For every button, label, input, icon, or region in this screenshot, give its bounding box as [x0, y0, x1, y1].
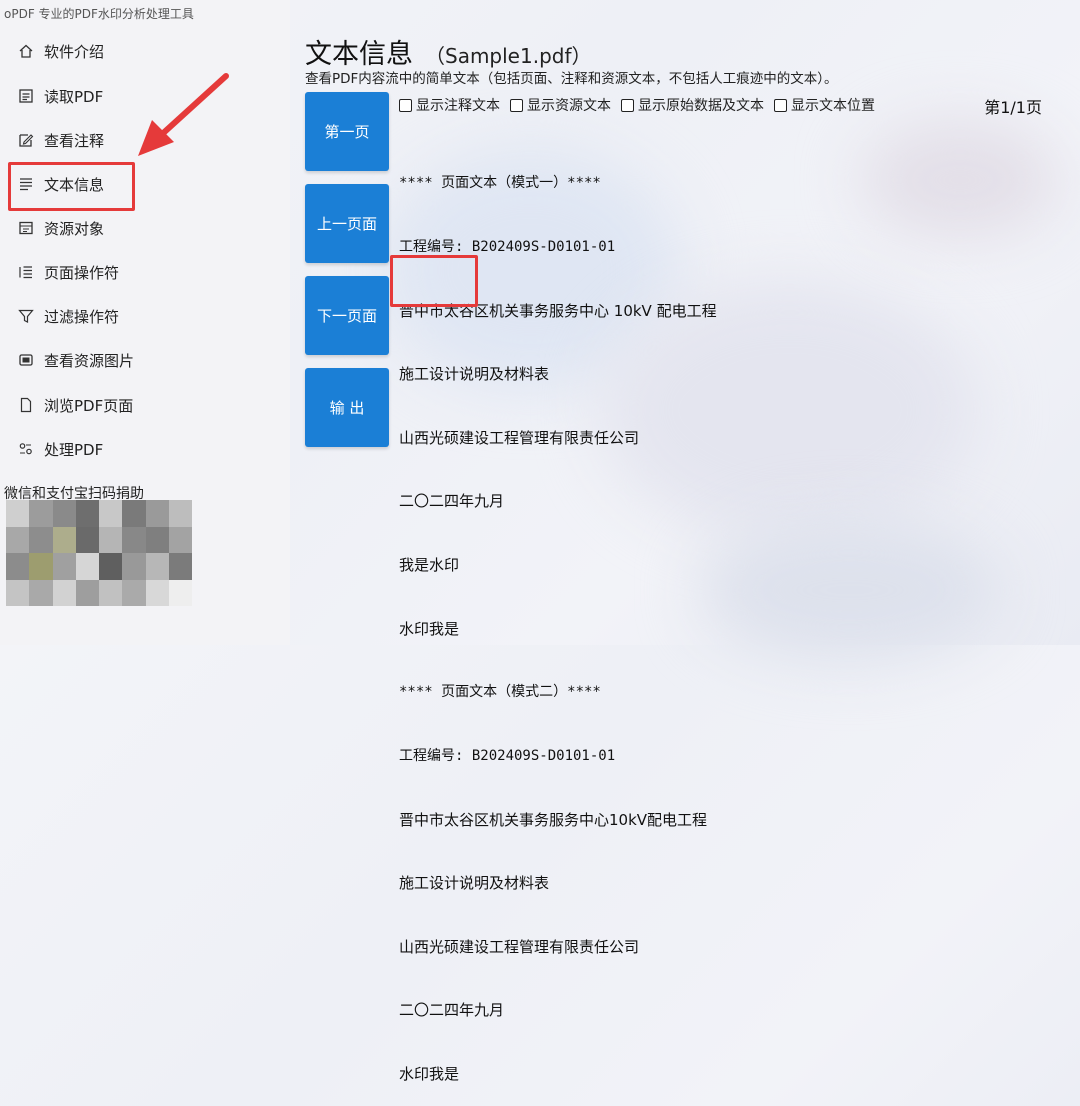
text-line: **** 页面文本（模式一）****	[399, 175, 601, 192]
process-icon	[18, 441, 34, 457]
sidebar-item-read-pdf[interactable]: 读取PDF	[18, 81, 103, 111]
text-line: 山西光硕建设工程管理有限责任公司	[399, 428, 640, 447]
sidebar-item-label: 查看注释	[44, 131, 105, 150]
title-text: 文本信息	[305, 39, 413, 70]
page-indicator: 第1/1页	[984, 98, 1042, 117]
watermark-highlight-box	[390, 255, 478, 307]
options-bar: 显示注释文本 显示资源文本 显示原始数据及文本 显示文本位置	[399, 95, 885, 115]
sidebar-item-filter-operators[interactable]: 过滤操作符	[18, 301, 119, 331]
active-item-highlight	[8, 162, 135, 211]
resource-icon	[18, 220, 34, 236]
sidebar-item-browse-pages[interactable]: 浏览PDF页面	[18, 390, 133, 420]
sidebar-item-label: 软件介绍	[44, 42, 105, 61]
page-description: 查看PDF内容流中的简单文本（包括页面、注释和资源文本，不包括人工痕迹中的文本）…	[305, 71, 838, 87]
document-icon	[18, 88, 34, 104]
checkbox-box[interactable]	[510, 98, 523, 112]
checkbox-label: 显示原始数据及文本	[638, 98, 764, 114]
page-title: 文本信息 （Sample1.pdf）	[305, 32, 592, 71]
app-title: oPDF 专业的PDF水印分析处理工具	[4, 7, 194, 21]
show-annotation-text-checkbox[interactable]: 显示注释文本	[399, 95, 500, 115]
list-icon	[18, 264, 34, 280]
text-line: 晋中市太谷区机关事务服务中心10kV配电工程	[399, 810, 708, 829]
sidebar-item-label: 页面操作符	[44, 263, 120, 282]
image-icon	[18, 352, 34, 368]
red-arrow-annotation	[138, 73, 229, 156]
text-line: 工程编号: B202409S-D0101-01	[399, 747, 616, 764]
sidebar-item-page-operators[interactable]: 页面操作符	[18, 257, 119, 287]
checkbox-label: 显示文本位置	[791, 98, 875, 114]
text-line: 二〇二四年九月	[399, 1001, 505, 1020]
next-page-button[interactable]: 下一页面	[305, 276, 389, 355]
checkbox-label: 显示注释文本	[416, 98, 500, 114]
sidebar-item-process-pdf[interactable]: 处理PDF	[18, 434, 103, 464]
file-name: （Sample1.pdf）	[425, 44, 592, 68]
text-line: 山西光硕建设工程管理有限责任公司	[399, 937, 640, 956]
sidebar-item-annotations[interactable]: 查看注释	[18, 125, 104, 155]
text-line: 水印我是	[399, 1064, 460, 1083]
text-line: 施工设计说明及材料表	[399, 874, 550, 893]
first-page-button[interactable]: 第一页	[305, 92, 389, 171]
export-button[interactable]: 输 出	[305, 368, 389, 447]
show-text-position-checkbox[interactable]: 显示文本位置	[774, 95, 875, 115]
text-line: 我是水印	[399, 556, 460, 575]
sidebar-item-label: 处理PDF	[44, 440, 104, 459]
sidebar-item-label: 过滤操作符	[44, 307, 120, 326]
home-icon	[18, 43, 34, 59]
text-line: **** 页面文本（模式二）****	[399, 684, 601, 701]
page-icon	[18, 397, 34, 413]
sidebar-item-resources[interactable]: 资源对象	[18, 213, 104, 243]
checkbox-box[interactable]	[621, 98, 634, 112]
sidebar-item-resource-images[interactable]: 查看资源图片	[18, 345, 134, 375]
filter-icon	[18, 308, 34, 324]
prev-page-button[interactable]: 上一页面	[305, 184, 389, 263]
sidebar-item-label: 查看资源图片	[44, 351, 135, 370]
text-line: 水印我是	[399, 619, 460, 638]
sidebar-item-label: 浏览PDF页面	[44, 396, 134, 415]
checkbox-label: 显示资源文本	[527, 98, 611, 114]
show-raw-data-checkbox[interactable]: 显示原始数据及文本	[621, 95, 764, 115]
sidebar-item-intro[interactable]: 软件介绍	[18, 36, 104, 66]
checkbox-box[interactable]	[774, 98, 787, 112]
checkbox-box[interactable]	[399, 98, 412, 112]
annotation-icon	[18, 132, 34, 148]
sidebar-item-label: 资源对象	[44, 219, 105, 238]
donation-qr-code	[6, 500, 192, 606]
text-line: 二〇二四年九月	[399, 492, 505, 511]
text-line: 施工设计说明及材料表	[399, 365, 550, 384]
sidebar-item-label: 读取PDF	[44, 87, 104, 106]
show-resource-text-checkbox[interactable]: 显示资源文本	[510, 95, 611, 115]
